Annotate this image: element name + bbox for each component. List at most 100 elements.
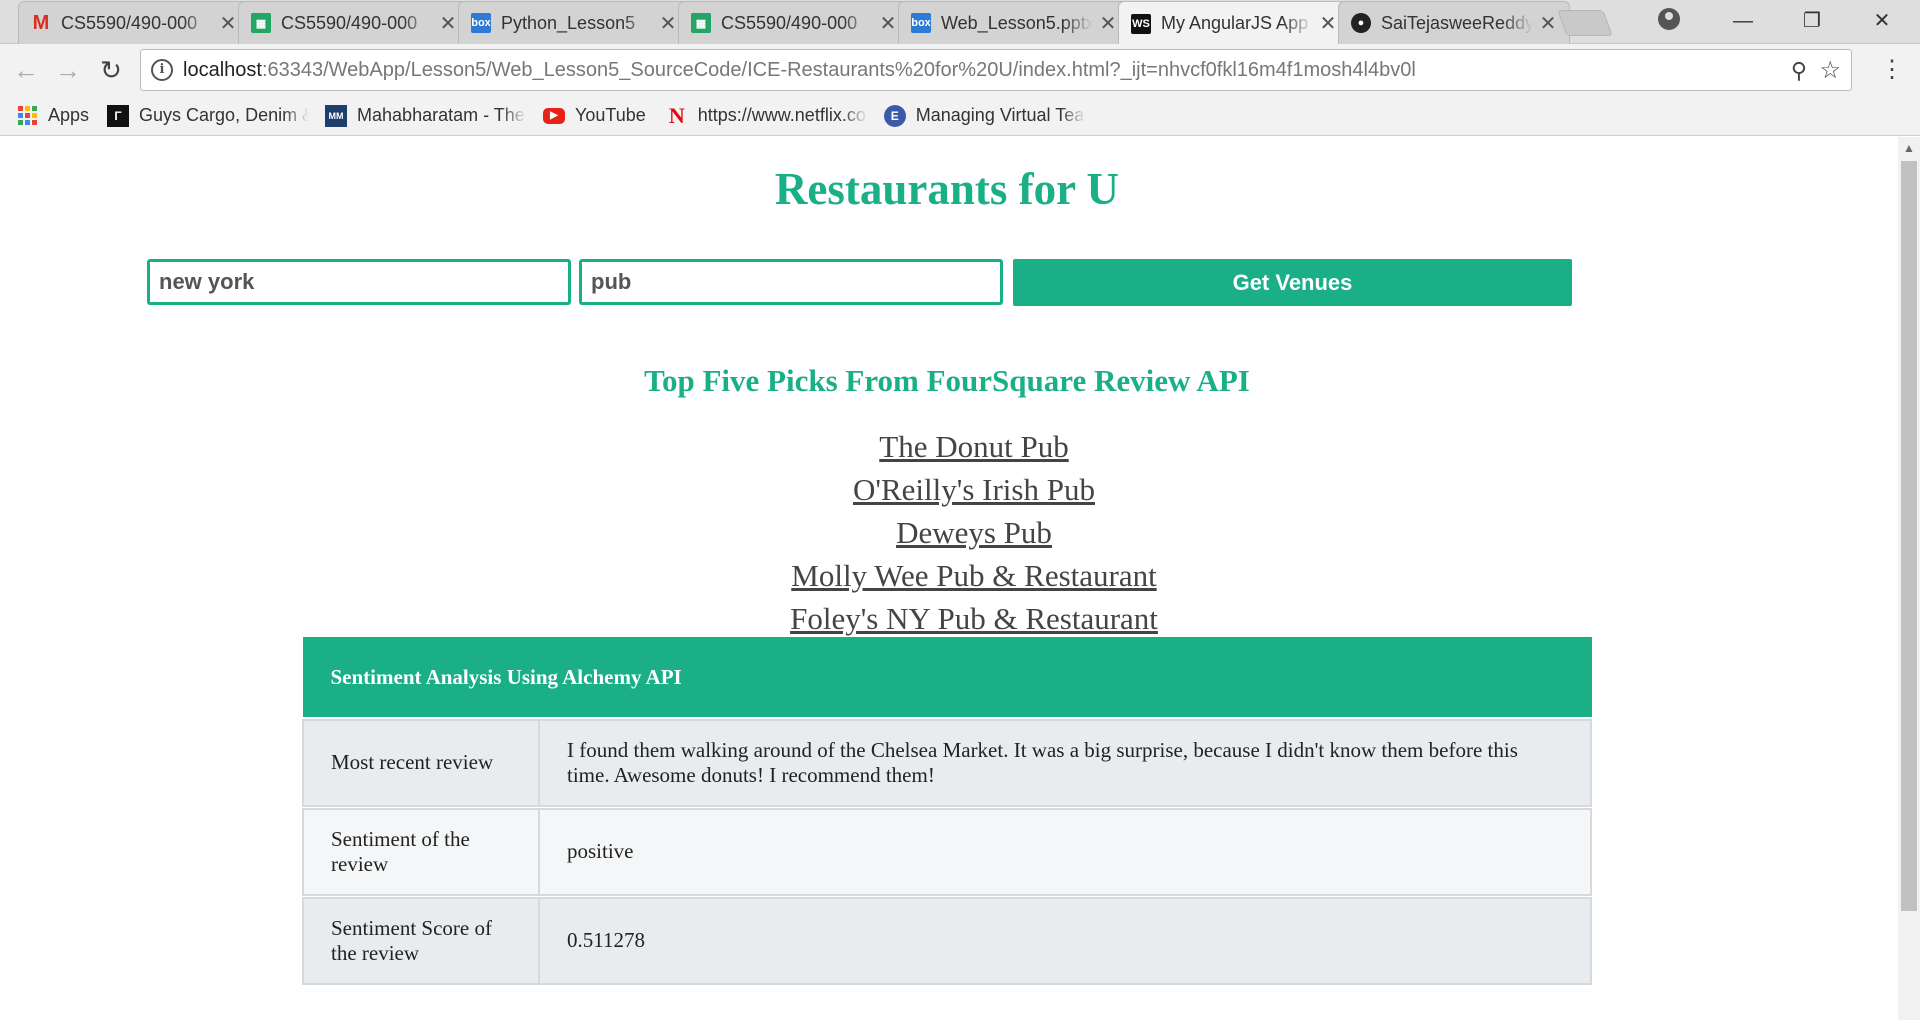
browser-toolbar: ← → ↻ i localhost :63343/WebApp/Lesson5/… [0, 44, 1920, 96]
bookmark-star-icon[interactable]: ☆ [1819, 56, 1841, 85]
table-row: Sentiment of the review positive [302, 807, 1592, 896]
venue-list: The Donut Pub O'Reilly's Irish Pub Dewey… [0, 428, 1898, 643]
tab-close-icon[interactable]: ✕ [1319, 11, 1337, 36]
apps-dot [24, 106, 30, 111]
top-picks-heading: Top Five Picks From FourSquare Review AP… [644, 363, 1250, 398]
tab-close-icon[interactable]: ✕ [439, 11, 457, 36]
venue-link[interactable]: The Donut Pub [879, 429, 1068, 464]
youtube-icon: ▶ [543, 107, 566, 124]
url-path: :63343/WebApp/Lesson5/Web_Lesson5_Source… [261, 58, 1416, 81]
managing-virtual-icon: E [883, 104, 906, 127]
tab-title: CS5590/490-000 [61, 12, 198, 33]
tab-github[interactable]: ● SaiTejasweeReddy ✕ [1338, 1, 1570, 44]
bookmark-netflix[interactable]: N https://www.netflix.co [666, 102, 868, 128]
tab-close-icon[interactable]: ✕ [1099, 11, 1117, 36]
row-value: positive [538, 807, 1592, 896]
window-close-icon[interactable]: ✕ [1867, 8, 1897, 34]
address-bar[interactable]: i localhost :63343/WebApp/Lesson5/Web_Le… [140, 49, 1852, 91]
minimize-icon[interactable]: — [1728, 8, 1758, 34]
apps-dot [31, 106, 37, 111]
github-icon: ● [1351, 13, 1371, 33]
url-host: localhost [183, 58, 262, 81]
tab-angularjs-app[interactable]: WS My AngularJS App ✕ [1118, 1, 1350, 45]
tab-sheets-2[interactable]: ▦ CS5590/490-000 ✕ [678, 1, 910, 44]
tab-close-icon[interactable]: ✕ [219, 11, 237, 36]
table-row: Sentiment Score of the review 0.511278 [302, 896, 1592, 985]
venue-link[interactable]: O'Reilly's Irish Pub [853, 472, 1095, 507]
list-item: Molly Wee Pub & Restaurant [0, 557, 1898, 600]
row-value: I found them walking around of the Chels… [538, 718, 1592, 807]
sheets-icon: ▦ [251, 13, 271, 33]
info-icon[interactable]: i [151, 59, 173, 81]
tab-close-icon[interactable]: ✕ [659, 11, 677, 36]
tab-close-icon[interactable]: ✕ [879, 11, 897, 36]
query-input[interactable] [579, 259, 1003, 305]
mahabharatam-icon: MM [325, 104, 348, 127]
netflix-icon: N [668, 102, 685, 128]
webstorm-icon: WS [1131, 13, 1151, 34]
box-icon: box [471, 13, 491, 33]
apps-dot [31, 120, 37, 125]
sentiment-table-header: Sentiment Analysis Using Alchemy API [302, 637, 1592, 717]
location-input[interactable] [147, 259, 571, 305]
row-label: Most recent review [302, 718, 540, 807]
list-item: O'Reilly's Irish Pub [0, 471, 1898, 514]
box-icon: box [911, 13, 931, 33]
tab-gmail[interactable]: M CS5590/490-000 ✕ [18, 1, 250, 44]
list-item: The Donut Pub [0, 428, 1898, 471]
scrollbar-thumb[interactable] [1901, 161, 1917, 911]
restore-icon[interactable]: ❐ [1797, 8, 1827, 34]
bookmark-apps[interactable]: Apps [16, 105, 89, 127]
zoom-icon[interactable]: ⚲ [1791, 58, 1807, 84]
get-venues-button[interactable]: Get Venues [1013, 259, 1572, 306]
bookmark-label: Guys Cargo, Denim & [139, 105, 310, 125]
new-tab-button[interactable] [1557, 10, 1613, 36]
tab-close-icon[interactable]: ✕ [1539, 11, 1557, 36]
tab-strip: M CS5590/490-000 ✕ ▦ CS5590/490-000 ✕ bo… [0, 0, 1920, 45]
gmail-icon: M [32, 11, 50, 34]
page-viewport: Restaurants for U Get Venues Top Five Pi… [0, 137, 1898, 1020]
bookmark-youtube[interactable]: ▶ YouTube [543, 105, 646, 126]
apps-dot [24, 120, 30, 125]
guys-cargo-icon: Γ [107, 104, 130, 127]
profile-icon[interactable] [1658, 8, 1680, 30]
tab-title: My AngularJS App [1161, 13, 1309, 33]
apps-icon [16, 105, 38, 127]
table-row: Most recent review I found them walking … [302, 718, 1592, 807]
vertical-scrollbar[interactable]: ▲ [1898, 137, 1920, 1020]
tab-title: Python_Lesson5 [501, 12, 636, 33]
bookmark-managing-virtual[interactable]: E Managing Virtual Tea [883, 104, 1086, 127]
tab-box-web[interactable]: box Web_Lesson5.pptx ✕ [898, 1, 1130, 44]
bookmark-label: Apps [48, 105, 90, 125]
tab-title: CS5590/490-000 [281, 12, 418, 33]
sheets-icon: ▦ [691, 13, 711, 33]
tab-box-python[interactable]: box Python_Lesson5 ✕ [458, 1, 690, 44]
sentiment-table: Sentiment Analysis Using Alchemy API Mos… [302, 637, 1592, 985]
bookmark-mahabharatam[interactable]: MM Mahabharatam - The [325, 104, 527, 127]
bookmark-label: YouTube [575, 105, 646, 125]
bookmarks-bar: Apps Γ Guys Cargo, Denim & MM Mahabharat… [0, 96, 1920, 136]
browser-menu-icon[interactable]: ⋮ [1880, 54, 1904, 86]
apps-dot [17, 113, 23, 118]
row-value: 0.511278 [538, 896, 1592, 985]
bookmark-guys-cargo[interactable]: Γ Guys Cargo, Denim & [107, 104, 310, 127]
venue-link[interactable]: Deweys Pub [896, 515, 1052, 550]
venue-link[interactable]: Molly Wee Pub & Restaurant [791, 558, 1156, 593]
row-label: Sentiment Score of the review [302, 896, 540, 985]
reload-icon[interactable]: ↻ [95, 54, 127, 86]
apps-dot [17, 120, 23, 125]
tab-title: CS5590/490-000 [721, 12, 858, 33]
tab-title: SaiTejasweeReddy [1381, 12, 1533, 33]
back-icon[interactable]: ← [10, 54, 42, 86]
tab-title: Web_Lesson5.pptx [941, 12, 1093, 33]
page-title: Restaurants for U [774, 164, 1120, 214]
forward-icon[interactable]: → [52, 54, 84, 86]
row-label: Sentiment of the review [302, 807, 540, 896]
scroll-up-icon[interactable]: ▲ [1898, 141, 1920, 155]
apps-dot [17, 106, 23, 111]
list-item: Deweys Pub [0, 514, 1898, 557]
bookmark-label: Mahabharatam - The [357, 105, 525, 125]
venue-link[interactable]: Foley's NY Pub & Restaurant [790, 601, 1158, 636]
bookmark-label: https://www.netflix.co [697, 105, 866, 125]
tab-sheets-1[interactable]: ▦ CS5590/490-000 ✕ [238, 1, 470, 44]
